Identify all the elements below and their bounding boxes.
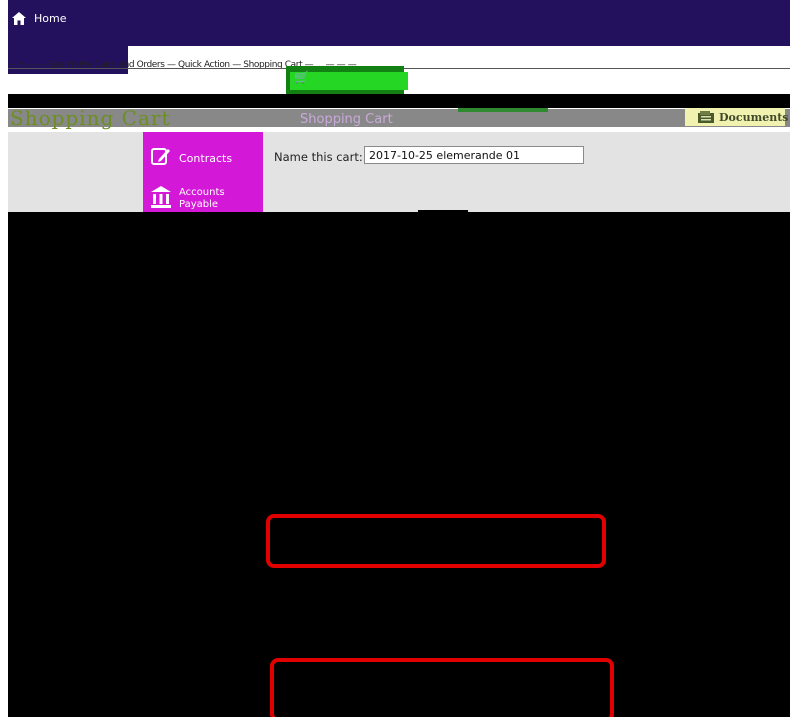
page-title: Shopping Cart <box>10 108 171 130</box>
home-icon <box>12 12 26 25</box>
red-highlight-box-2 <box>270 658 614 717</box>
black-tab-marker <box>418 210 468 212</box>
screenshot-frame: Home — • — — Search My Carts and Orders … <box>8 0 790 717</box>
home-link[interactable]: Home <box>12 12 66 25</box>
home-label: Home <box>34 12 67 25</box>
sidebar-item-contracts[interactable]: Contracts <box>151 146 232 170</box>
red-highlight-box-1 <box>266 514 606 568</box>
documents-link[interactable]: Documents <box>698 108 788 127</box>
sidebar: Contracts Accounts Payable <box>143 132 263 212</box>
cart-name-label: Name this cart: <box>274 150 363 164</box>
top-navigation-bar: Home <box>8 0 790 46</box>
documents-label: Documents <box>719 111 789 124</box>
title-strip: Shopping Cart Shopping Cart Documents <box>8 108 790 132</box>
document-icon <box>698 108 714 127</box>
title-faint-text: Shopping Cart <box>300 112 393 127</box>
sidebar-item-label: Accounts Payable <box>179 187 225 210</box>
menu-bar: — • — — Search My Carts and Orders — Qui… <box>8 46 790 94</box>
bank-icon <box>151 186 171 212</box>
sidebar-item-accounts-payable[interactable]: Accounts Payable <box>151 186 263 212</box>
cart-name-input[interactable] <box>364 146 584 164</box>
main-content: Contracts Accounts Payable Name this car… <box>8 132 790 212</box>
edit-icon <box>151 146 171 170</box>
green-tab-marker <box>458 108 548 112</box>
cart-icon[interactable]: 🛒 <box>294 70 309 84</box>
sidebar-item-label: Contracts <box>179 151 233 165</box>
